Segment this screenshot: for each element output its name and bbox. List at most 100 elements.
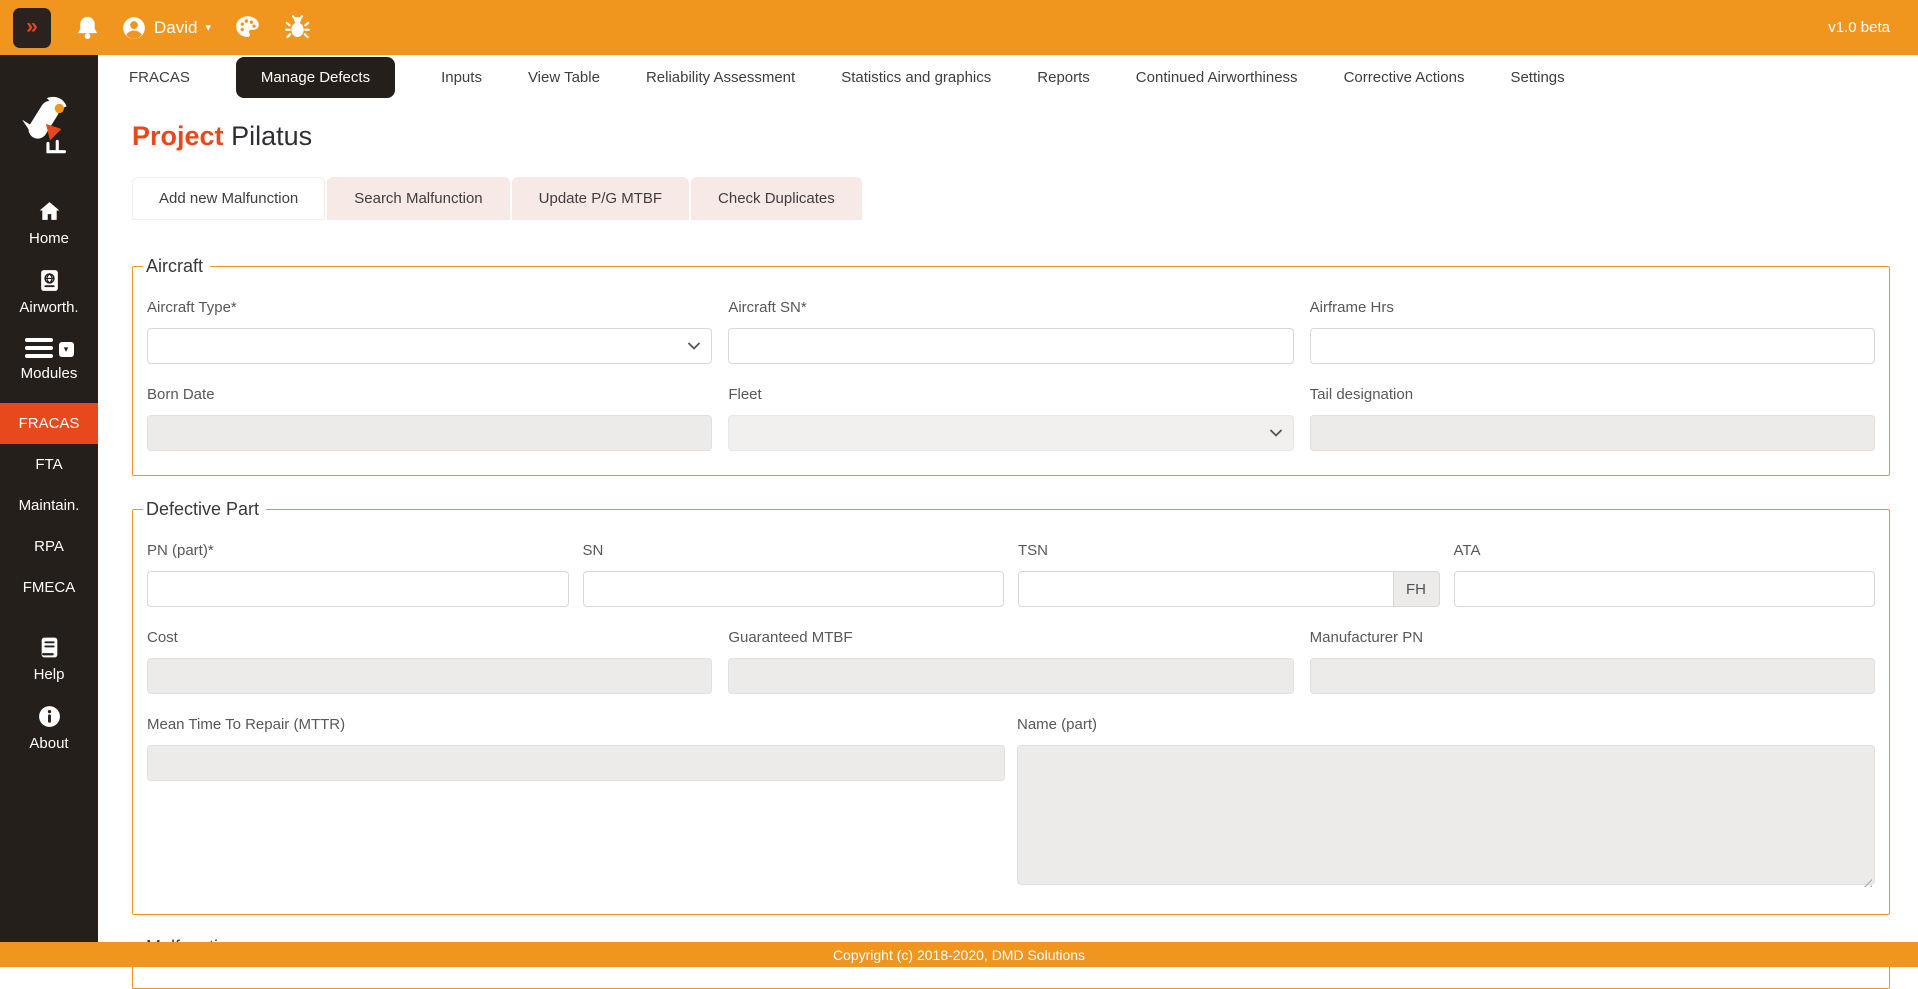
copyright-text: Copyright (c) 2018-2020, DMD Solutions: [833, 947, 1085, 963]
user-name: David: [154, 18, 197, 38]
page-title-accent: Project: [132, 121, 224, 151]
sidebar-item-about[interactable]: About: [0, 704, 98, 752]
topbar: » David ▾ v1.0 beta: [0, 0, 1918, 55]
guaranteed-mtbf-input: [728, 658, 1293, 694]
field-fleet: Fleet: [728, 386, 1293, 451]
sidebar-item-home[interactable]: Home: [0, 199, 98, 247]
defective-part-legend: Defective Part: [143, 499, 266, 520]
double-chevron-right-icon: »: [26, 16, 38, 37]
field-born-date: Born Date: [147, 386, 712, 451]
sn-input[interactable]: [583, 571, 1005, 607]
tab-update-pg-mtbf[interactable]: Update P/G MTBF: [512, 177, 689, 220]
sidebar-item-label: Home: [29, 230, 69, 247]
page-title-project-name: Pilatus: [231, 121, 312, 151]
name-part-textarea: [1017, 745, 1875, 885]
pn-part-input[interactable]: [147, 571, 569, 607]
book-icon: [37, 635, 62, 660]
tab-add-new-malfunction[interactable]: Add new Malfunction: [132, 177, 325, 220]
sidebar-module-fmeca[interactable]: FMECA: [0, 567, 98, 608]
nav-item-statistics-and-graphics[interactable]: Statistics and graphics: [841, 69, 991, 86]
field-tsn: TSN FH: [1018, 542, 1440, 607]
nav-item-manage-defects[interactable]: Manage Defects: [236, 57, 395, 98]
user-avatar-icon: [121, 15, 147, 41]
aircraft-type-select[interactable]: [147, 328, 712, 364]
field-manufacturer-pn: Manufacturer PN: [1310, 629, 1875, 694]
sidebar-module-fracas[interactable]: FRACAS: [0, 403, 98, 444]
field-label: Fleet: [728, 386, 1293, 403]
version-label: v1.0 beta: [1828, 19, 1890, 36]
aircraft-sn-input[interactable]: [728, 328, 1293, 364]
sidebar-module-rpa[interactable]: RPA: [0, 526, 98, 567]
nav-item-reliability-assessment[interactable]: Reliability Assessment: [646, 69, 795, 86]
modules-list: FRACAS FTA Maintain. RPA FMECA: [0, 403, 98, 608]
malfunction-tabs: Add new Malfunction Search Malfunction U…: [132, 177, 862, 220]
sidebar-collapse-button[interactable]: »: [13, 8, 51, 48]
field-label: Airframe Hrs: [1310, 299, 1875, 316]
field-aircraft-sn: Aircraft SN*: [728, 299, 1293, 364]
field-label: Guaranteed MTBF: [728, 629, 1293, 646]
sidebar-item-modules[interactable]: ▾ Modules: [0, 337, 98, 382]
field-pn-part: PN (part)*: [147, 542, 569, 607]
born-date-input: [147, 415, 712, 451]
nav-item-inputs[interactable]: Inputs: [441, 69, 482, 86]
palette-icon[interactable]: [234, 14, 261, 41]
sidebar-item-help[interactable]: Help: [0, 635, 98, 683]
field-label: Name (part): [1017, 716, 1875, 733]
field-sn: SN: [583, 542, 1005, 607]
info-icon: [37, 704, 62, 729]
bell-icon[interactable]: [74, 14, 101, 41]
field-airframe-hrs: Airframe Hrs: [1310, 299, 1875, 364]
fleet-select: [728, 415, 1293, 451]
field-label: Cost: [147, 629, 712, 646]
field-label: TSN: [1018, 542, 1440, 559]
sidebar-module-maintain[interactable]: Maintain.: [0, 485, 98, 526]
passport-icon: [37, 268, 62, 293]
field-label: Mean Time To Repair (MTTR): [147, 716, 1005, 733]
nav-item-view-table[interactable]: View Table: [528, 69, 600, 86]
field-label: Aircraft SN*: [728, 299, 1293, 316]
robin-bird-logo: [16, 95, 82, 155]
field-guaranteed-mtbf: Guaranteed MTBF: [728, 629, 1293, 694]
defective-part-fieldset: Defective Part PN (part)* SN TSN FH ATA: [132, 499, 1890, 915]
nav-item-settings[interactable]: Settings: [1510, 69, 1564, 86]
aircraft-legend: Aircraft: [143, 256, 210, 277]
field-label: ATA: [1454, 542, 1876, 559]
field-name-part: Name (part): [1017, 716, 1875, 890]
page-title: Project Pilatus: [132, 121, 1918, 152]
tail-designation-input: [1310, 415, 1875, 451]
field-cost: Cost: [147, 629, 712, 694]
sidebar-module-fta[interactable]: FTA: [0, 444, 98, 485]
mttr-input: [147, 745, 1005, 781]
nav-item-reports[interactable]: Reports: [1037, 69, 1090, 86]
cost-input: [147, 658, 712, 694]
field-label: Aircraft Type*: [147, 299, 712, 316]
footer: Copyright (c) 2018-2020, DMD Solutions: [0, 942, 1918, 967]
sidebar-item-label: Airworth.: [19, 299, 78, 316]
sidebar-item-label: Modules: [21, 365, 78, 382]
field-mttr: Mean Time To Repair (MTTR): [147, 716, 1005, 890]
field-label: SN: [583, 542, 1005, 559]
nav-item-continued-airworthiness[interactable]: Continued Airworthiness: [1136, 69, 1298, 86]
home-icon: [37, 199, 62, 224]
sidebar: Home Airworth. ▾ Modules FRACAS: [0, 55, 98, 967]
tab-search-malfunction[interactable]: Search Malfunction: [327, 177, 509, 220]
field-aircraft-type: Aircraft Type*: [147, 299, 712, 364]
nav-item-fracas[interactable]: FRACAS: [129, 69, 190, 86]
nav-item-corrective-actions[interactable]: Corrective Actions: [1344, 69, 1465, 86]
tab-check-duplicates[interactable]: Check Duplicates: [691, 177, 862, 220]
user-menu[interactable]: David ▾: [121, 15, 211, 41]
ata-input[interactable]: [1454, 571, 1876, 607]
bug-icon[interactable]: [284, 14, 311, 41]
tsn-input[interactable]: [1018, 571, 1394, 607]
field-label: Tail designation: [1310, 386, 1875, 403]
tsn-unit-addon: FH: [1394, 571, 1440, 607]
module-nav: FRACAS Manage Defects Inputs View Table …: [98, 55, 1918, 100]
menu-icon: [25, 337, 53, 359]
modules-expand-icon[interactable]: ▾: [59, 342, 74, 357]
field-label: PN (part)*: [147, 542, 569, 559]
sidebar-item-airworthiness[interactable]: Airworth.: [0, 268, 98, 316]
field-tail-designation: Tail designation: [1310, 386, 1875, 451]
field-label: Born Date: [147, 386, 712, 403]
manufacturer-pn-input: [1310, 658, 1875, 694]
airframe-hrs-input[interactable]: [1310, 328, 1875, 364]
